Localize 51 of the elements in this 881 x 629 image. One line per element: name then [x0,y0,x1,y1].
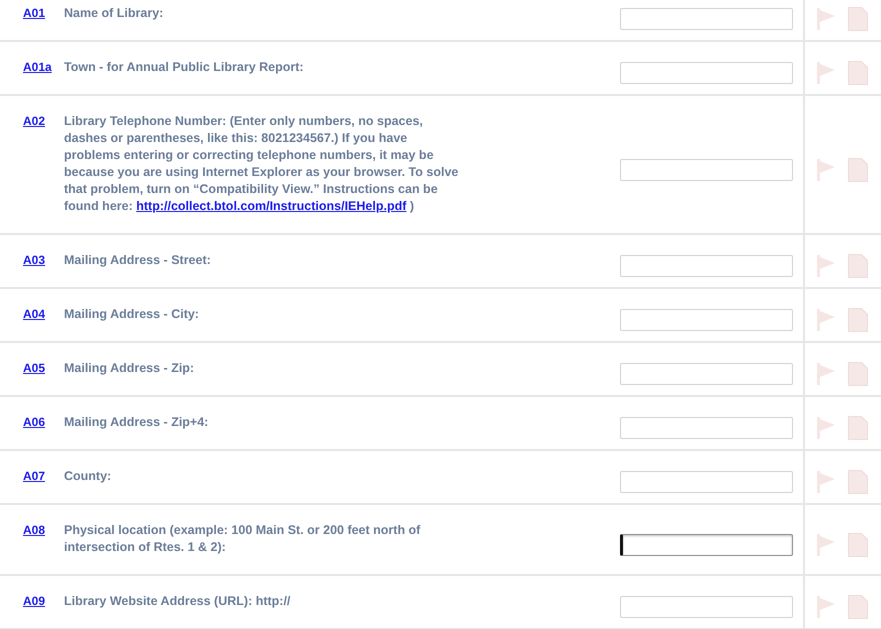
question-code-link[interactable]: A08 [23,522,46,539]
question-label: Name of Library: [64,5,164,22]
flag-icon[interactable] [816,309,835,331]
question-code-link[interactable]: A07 [23,468,46,485]
flag-icon[interactable] [816,534,835,556]
question-label: Mailing Address - Street: [64,252,211,269]
question-code-link[interactable]: A09 [23,593,46,610]
flag-icon[interactable] [816,417,835,439]
document-icon[interactable] [848,532,868,556]
document-icon[interactable] [848,61,868,85]
flag-icon[interactable] [816,471,835,493]
document-icon[interactable] [848,470,868,494]
flag-icon[interactable] [816,62,835,84]
answer-field[interactable] [620,417,793,439]
question-code-link[interactable]: A06 [23,414,46,431]
question-label: Mailing Address - Zip: [64,360,194,377]
question-label: Mailing Address - Zip+4: [64,414,208,431]
answer-field[interactable] [620,255,793,277]
document-icon[interactable] [848,308,868,332]
flag-icon[interactable] [816,596,835,618]
flag-icon[interactable] [816,8,835,30]
help-link[interactable]: http://collect.btol.com/Instructions/IEHelp.pdf [136,199,406,213]
answer-field[interactable] [620,309,793,331]
answer-field[interactable] [620,62,793,84]
question-label: Physical location (example: 100 Main St. or 200 feet north of intersection of Rtes. 1 & 2): [64,522,422,556]
answer-field[interactable] [620,471,793,493]
document-icon[interactable] [848,158,868,182]
question-label: Mailing Address - City: [64,306,199,323]
question-label: Library Website Address (URL): http:// [64,593,290,610]
answer-field[interactable] [620,158,793,180]
answer-field[interactable] [620,8,793,30]
question-code-link[interactable]: A01 [23,5,46,22]
question-code-link[interactable]: A05 [23,360,46,377]
document-icon[interactable] [848,7,868,31]
document-icon[interactable] [848,595,868,619]
flag-icon[interactable] [816,363,835,385]
answer-field[interactable] [620,534,793,556]
document-icon[interactable] [848,416,868,440]
document-icon[interactable] [848,254,868,278]
question-label: County: [64,468,112,485]
question-code-link[interactable]: A01a [23,59,52,76]
question-code-link[interactable]: A04 [23,306,46,323]
question-label: Town - for Annual Public Library Report: [64,59,304,76]
answer-field[interactable] [620,363,793,385]
question-code-link[interactable]: A02 [23,113,46,130]
document-icon[interactable] [848,362,868,386]
answer-field[interactable] [620,596,793,618]
flag-icon[interactable] [816,158,835,180]
question-code-link[interactable]: A03 [23,252,46,269]
flag-icon[interactable] [816,255,835,277]
question-label: Library Telephone Number: (Enter only numbers, no spaces, dashes or parentheses, like this: 8021234567.) If you have problems entering or correcting telephone numbers, it may be because you are using Internet Explorer as your browser. To solve that problem, turn on “Compatibility View.” Instructions can be found here: http://collect.btol.com/Instructions/IEHelp.pdf ) [64,113,459,215]
